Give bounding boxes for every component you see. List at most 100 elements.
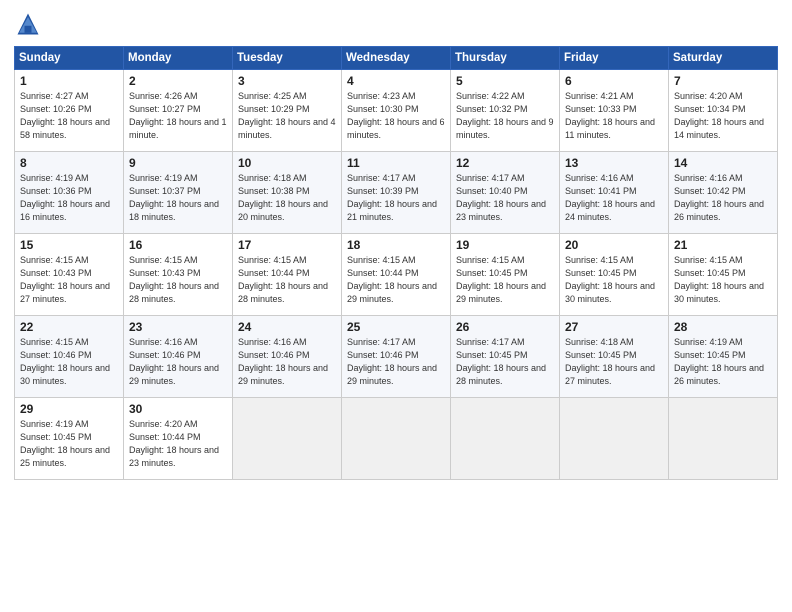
day-info: Sunrise: 4:15 AMSunset: 10:45 PMDaylight… (565, 255, 655, 304)
calendar-header-row: SundayMondayTuesdayWednesdayThursdayFrid… (15, 47, 778, 70)
day-number: 30 (129, 402, 227, 416)
calendar-cell (560, 398, 669, 480)
day-info: Sunrise: 4:15 AMSunset: 10:44 PMDaylight… (347, 255, 437, 304)
calendar-week-row: 8Sunrise: 4:19 AMSunset: 10:36 PMDayligh… (15, 152, 778, 234)
day-info: Sunrise: 4:17 AMSunset: 10:45 PMDaylight… (456, 337, 546, 386)
calendar-cell: 26Sunrise: 4:17 AMSunset: 10:45 PMDaylig… (451, 316, 560, 398)
calendar-cell: 9 Sunrise: 4:19 AMSunset: 10:37 PMDayligh… (124, 152, 233, 234)
day-number: 5 (456, 74, 554, 88)
calendar-cell: 7Sunrise: 4:20 AMSunset: 10:34 PMDayligh… (669, 70, 778, 152)
day-info: Sunrise: 4:22 AMSunset: 10:32 PMDaylight… (456, 91, 554, 140)
calendar-cell: 18 Sunrise: 4:15 AMSunset: 10:44 PMDaylig… (342, 234, 451, 316)
day-number: 10 (238, 156, 336, 170)
calendar-cell: 6 Sunrise: 4:21 AMSunset: 10:33 PMDayligh… (560, 70, 669, 152)
calendar-cell: 20 Sunrise: 4:15 AMSunset: 10:45 PMDaylig… (560, 234, 669, 316)
calendar-cell: 27 Sunrise: 4:18 AMSunset: 10:45 PMDaylig… (560, 316, 669, 398)
calendar-cell: 4Sunrise: 4:23 AMSunset: 10:30 PMDayligh… (342, 70, 451, 152)
day-info: Sunrise: 4:20 AMSunset: 10:44 PMDaylight… (129, 419, 219, 468)
calendar-cell: 24 Sunrise: 4:16 AMSunset: 10:46 PMDaylig… (233, 316, 342, 398)
calendar-cell (342, 398, 451, 480)
day-number: 28 (674, 320, 772, 334)
calendar-cell: 19 Sunrise: 4:15 AMSunset: 10:45 PMDaylig… (451, 234, 560, 316)
day-number: 2 (129, 74, 227, 88)
day-number: 16 (129, 238, 227, 252)
logo-icon (14, 10, 42, 38)
weekday-header: Wednesday (342, 47, 451, 70)
day-number: 27 (565, 320, 663, 334)
calendar-cell: 23 Sunrise: 4:16 AMSunset: 10:46 PMDaylig… (124, 316, 233, 398)
day-info: Sunrise: 4:25 AMSunset: 10:29 PMDaylight… (238, 91, 336, 140)
day-info: Sunrise: 4:17 AMSunset: 10:46 PMDaylight… (347, 337, 437, 386)
weekday-header: Friday (560, 47, 669, 70)
day-info: Sunrise: 4:16 AMSunset: 10:46 PMDaylight… (238, 337, 328, 386)
day-info: Sunrise: 4:16 AMSunset: 10:42 PMDaylight… (674, 173, 764, 222)
calendar-cell: 22Sunrise: 4:15 AMSunset: 10:46 PMDaylig… (15, 316, 124, 398)
calendar-cell: 30 Sunrise: 4:20 AMSunset: 10:44 PMDaylig… (124, 398, 233, 480)
day-info: Sunrise: 4:19 AMSunset: 10:45 PMDaylight… (674, 337, 764, 386)
day-info: Sunrise: 4:15 AMSunset: 10:43 PMDaylight… (129, 255, 219, 304)
calendar-cell (669, 398, 778, 480)
calendar-body: 1 Sunrise: 4:27 AMSunset: 10:26 PMDayligh… (15, 70, 778, 480)
day-info: Sunrise: 4:15 AMSunset: 10:46 PMDaylight… (20, 337, 110, 386)
calendar-cell (233, 398, 342, 480)
day-number: 12 (456, 156, 554, 170)
day-number: 15 (20, 238, 118, 252)
day-info: Sunrise: 4:19 AMSunset: 10:45 PMDaylight… (20, 419, 110, 468)
day-info: Sunrise: 4:15 AMSunset: 10:43 PMDaylight… (20, 255, 110, 304)
page: SundayMondayTuesdayWednesdayThursdayFrid… (0, 0, 792, 612)
calendar-week-row: 15 Sunrise: 4:15 AMSunset: 10:43 PMDaylig… (15, 234, 778, 316)
day-number: 11 (347, 156, 445, 170)
day-number: 8 (20, 156, 118, 170)
day-info: Sunrise: 4:15 AMSunset: 10:45 PMDaylight… (456, 255, 546, 304)
day-info: Sunrise: 4:21 AMSunset: 10:33 PMDaylight… (565, 91, 655, 140)
day-info: Sunrise: 4:19 AMSunset: 10:37 PMDaylight… (129, 173, 219, 222)
calendar-cell: 11Sunrise: 4:17 AMSunset: 10:39 PMDaylig… (342, 152, 451, 234)
weekday-header: Saturday (669, 47, 778, 70)
day-info: Sunrise: 4:23 AMSunset: 10:30 PMDaylight… (347, 91, 445, 140)
calendar-cell: 5 Sunrise: 4:22 AMSunset: 10:32 PMDayligh… (451, 70, 560, 152)
day-info: Sunrise: 4:17 AMSunset: 10:40 PMDaylight… (456, 173, 546, 222)
calendar-cell: 14 Sunrise: 4:16 AMSunset: 10:42 PMDaylig… (669, 152, 778, 234)
weekday-header: Sunday (15, 47, 124, 70)
day-info: Sunrise: 4:16 AMSunset: 10:46 PMDaylight… (129, 337, 219, 386)
calendar-cell: 2 Sunrise: 4:26 AMSunset: 10:27 PMDayligh… (124, 70, 233, 152)
logo (14, 10, 46, 38)
day-info: Sunrise: 4:18 AMSunset: 10:38 PMDaylight… (238, 173, 328, 222)
day-number: 18 (347, 238, 445, 252)
day-number: 23 (129, 320, 227, 334)
calendar-cell: 3Sunrise: 4:25 AMSunset: 10:29 PMDayligh… (233, 70, 342, 152)
day-number: 20 (565, 238, 663, 252)
day-info: Sunrise: 4:26 AMSunset: 10:27 PMDaylight… (129, 91, 227, 140)
day-info: Sunrise: 4:27 AMSunset: 10:26 PMDaylight… (20, 91, 110, 140)
day-number: 6 (565, 74, 663, 88)
day-info: Sunrise: 4:15 AMSunset: 10:44 PMDaylight… (238, 255, 328, 304)
weekday-header: Monday (124, 47, 233, 70)
day-number: 7 (674, 74, 772, 88)
calendar-cell: 16 Sunrise: 4:15 AMSunset: 10:43 PMDaylig… (124, 234, 233, 316)
day-number: 9 (129, 156, 227, 170)
day-number: 17 (238, 238, 336, 252)
weekday-header: Tuesday (233, 47, 342, 70)
calendar-cell: 12 Sunrise: 4:17 AMSunset: 10:40 PMDaylig… (451, 152, 560, 234)
day-number: 19 (456, 238, 554, 252)
calendar-cell: 29 Sunrise: 4:19 AMSunset: 10:45 PMDaylig… (15, 398, 124, 480)
calendar-cell: 17 Sunrise: 4:15 AMSunset: 10:44 PMDaylig… (233, 234, 342, 316)
day-number: 1 (20, 74, 118, 88)
day-info: Sunrise: 4:16 AMSunset: 10:41 PMDaylight… (565, 173, 655, 222)
day-number: 29 (20, 402, 118, 416)
calendar-cell: 1 Sunrise: 4:27 AMSunset: 10:26 PMDayligh… (15, 70, 124, 152)
header (14, 10, 778, 38)
calendar-cell: 10 Sunrise: 4:18 AMSunset: 10:38 PMDaylig… (233, 152, 342, 234)
day-number: 24 (238, 320, 336, 334)
calendar-cell: 8Sunrise: 4:19 AMSunset: 10:36 PMDayligh… (15, 152, 124, 234)
calendar-cell: 13 Sunrise: 4:16 AMSunset: 10:41 PMDaylig… (560, 152, 669, 234)
day-info: Sunrise: 4:18 AMSunset: 10:45 PMDaylight… (565, 337, 655, 386)
day-number: 25 (347, 320, 445, 334)
day-number: 13 (565, 156, 663, 170)
calendar-cell: 28 Sunrise: 4:19 AMSunset: 10:45 PMDaylig… (669, 316, 778, 398)
calendar-week-row: 22Sunrise: 4:15 AMSunset: 10:46 PMDaylig… (15, 316, 778, 398)
day-number: 21 (674, 238, 772, 252)
day-number: 14 (674, 156, 772, 170)
calendar-cell: 25 Sunrise: 4:17 AMSunset: 10:46 PMDaylig… (342, 316, 451, 398)
calendar-cell: 15 Sunrise: 4:15 AMSunset: 10:43 PMDaylig… (15, 234, 124, 316)
